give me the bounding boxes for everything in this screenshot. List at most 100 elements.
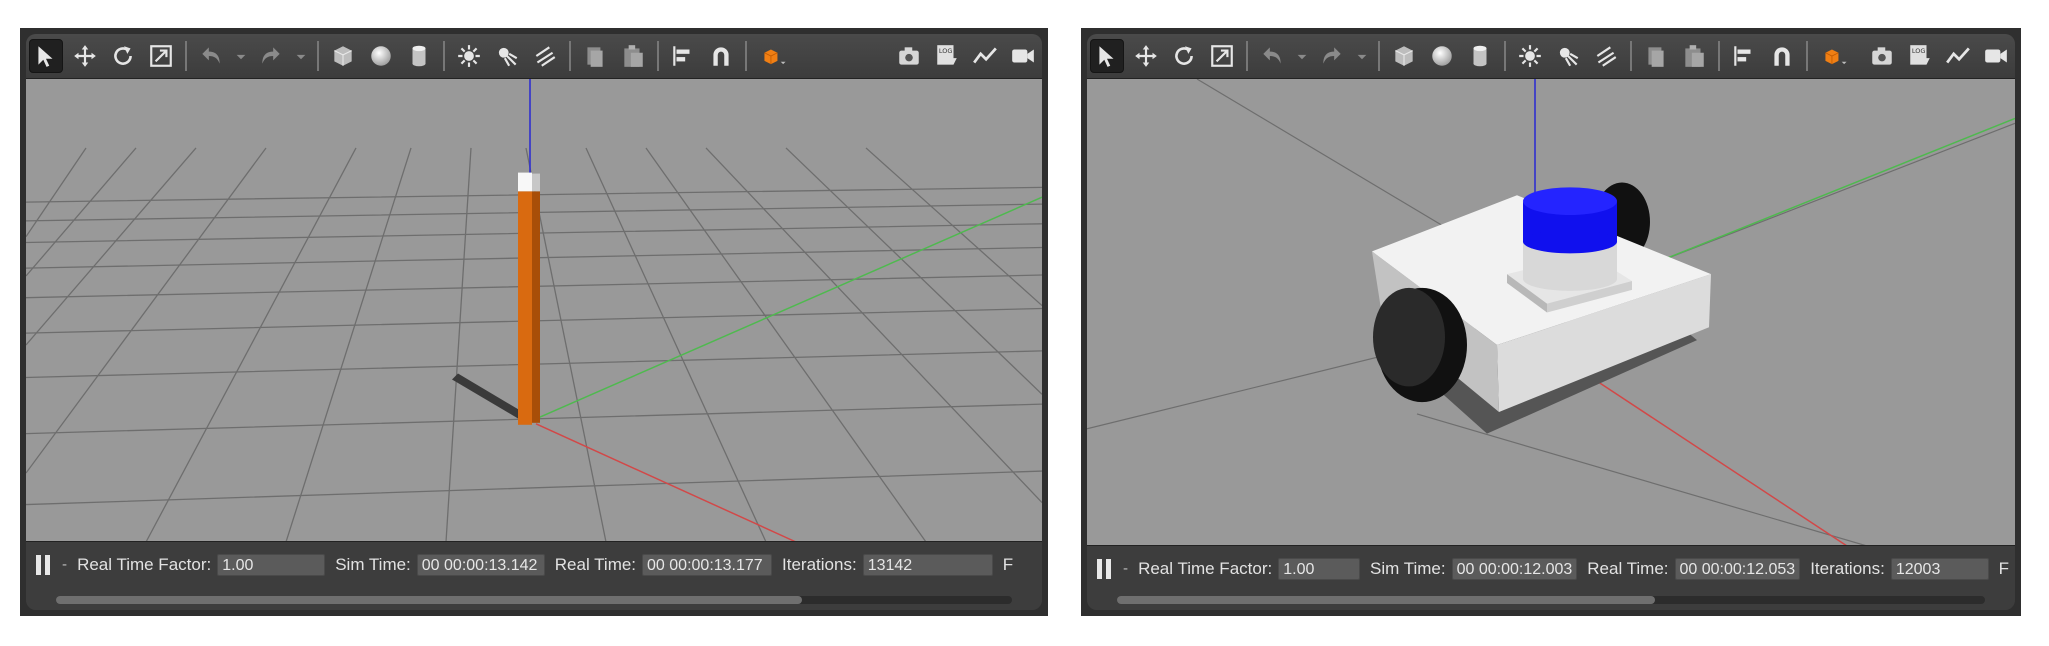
select-arrow-icon[interactable] xyxy=(1090,39,1124,73)
plot-icon[interactable] xyxy=(1942,40,1974,72)
real-time-factor-field: 1.00 xyxy=(1278,558,1361,580)
copy-icon[interactable] xyxy=(1640,40,1672,72)
redo-icon[interactable] xyxy=(1316,40,1348,72)
real-time-label: Real Time: xyxy=(554,555,637,574)
directional-light-icon[interactable] xyxy=(1590,40,1622,72)
svg-text:LOG: LOG xyxy=(939,47,953,55)
toolbar-separator xyxy=(317,41,319,71)
undo-icon[interactable] xyxy=(1256,40,1288,72)
video-record-icon[interactable] xyxy=(1980,40,2012,72)
video-record-icon[interactable] xyxy=(1007,40,1039,72)
scene-render xyxy=(1087,79,2015,546)
pillar-model xyxy=(518,172,540,425)
status-row: - Real Time Factor: 1.00 Sim Time: 00 00… xyxy=(1087,556,2015,582)
log-icon[interactable]: LOG xyxy=(931,40,963,72)
screenshot-icon[interactable] xyxy=(1866,40,1898,72)
scale-icon[interactable] xyxy=(145,40,177,72)
horizontal-scrollbar[interactable] xyxy=(1117,596,1985,604)
point-light-icon[interactable] xyxy=(453,40,485,72)
scrollbar-thumb[interactable] xyxy=(1117,596,1656,604)
redo-dropdown-icon[interactable] xyxy=(293,40,309,72)
spot-light-icon[interactable] xyxy=(1552,40,1584,72)
toolbar-separator xyxy=(1504,41,1506,71)
undo-dropdown-icon[interactable] xyxy=(233,40,249,72)
paste-icon[interactable] xyxy=(617,40,649,72)
point-light-icon[interactable] xyxy=(1514,40,1546,72)
toolbar-separator xyxy=(1630,41,1632,71)
scrollbar-thumb[interactable] xyxy=(56,596,802,604)
toolbar-separator xyxy=(185,41,187,71)
paste-icon[interactable] xyxy=(1678,40,1710,72)
lidar-top xyxy=(1523,187,1617,215)
toolbar-separator xyxy=(1378,41,1380,71)
change-view-icon[interactable] xyxy=(755,40,795,72)
box-shape-icon[interactable] xyxy=(327,40,359,72)
step-indicator: - xyxy=(62,557,68,573)
pause-icon xyxy=(1097,559,1102,579)
gazebo-frame: LOG - Real Time Factor: 1.00 Sim Time: 0… xyxy=(1087,34,2015,610)
snap-icon[interactable] xyxy=(705,40,737,72)
rotate-icon[interactable] xyxy=(1168,40,1200,72)
horizontal-scrollbar[interactable] xyxy=(56,596,1012,604)
toolbar-separator xyxy=(745,41,747,71)
truncated-label: F xyxy=(1002,555,1014,574)
translate-icon[interactable] xyxy=(69,40,101,72)
toolbar-separator xyxy=(1718,41,1720,71)
real-time-factor-label: Real Time Factor: xyxy=(77,555,212,574)
real-time-factor-field: 1.00 xyxy=(217,554,326,576)
toolbar-separator xyxy=(657,41,659,71)
real-time-field: 00 00:00:12.053 xyxy=(1674,558,1801,580)
toolbar-separator xyxy=(1806,41,1808,71)
sphere-shape-icon[interactable] xyxy=(365,40,397,72)
gazebo-window-right: LOG - Real Time Factor: 1.00 Sim Time: 0… xyxy=(1081,28,2021,616)
pause-button[interactable] xyxy=(1097,557,1117,581)
cylinder-shape-icon[interactable] xyxy=(403,40,435,72)
pause-icon xyxy=(36,555,41,575)
box-shape-icon[interactable] xyxy=(1388,40,1420,72)
select-arrow-icon[interactable] xyxy=(29,39,63,73)
copy-icon[interactable] xyxy=(579,40,611,72)
sphere-shape-icon[interactable] xyxy=(1426,40,1458,72)
sim-time-label: Sim Time: xyxy=(335,555,411,574)
real-time-factor-label: Real Time Factor: xyxy=(1138,559,1273,578)
scale-icon[interactable] xyxy=(1206,40,1238,72)
status-bar: - Real Time Factor: 1.00 Sim Time: 00 00… xyxy=(26,541,1042,610)
gazebo-frame: LOG - Real Time Factor: 1.00 Sim Time: 0… xyxy=(26,34,1042,610)
plot-icon[interactable] xyxy=(969,40,1001,72)
real-time-field: 00 00:00:13.177 xyxy=(642,554,773,576)
iterations-label: Iterations: xyxy=(782,555,857,574)
screenshot-icon[interactable] xyxy=(893,40,925,72)
log-icon[interactable]: LOG xyxy=(1904,40,1936,72)
directional-light-icon[interactable] xyxy=(529,40,561,72)
align-icon[interactable] xyxy=(667,40,699,72)
scene-render xyxy=(26,79,1042,542)
cylinder-shape-icon[interactable] xyxy=(1464,40,1496,72)
iterations-field: 13142 xyxy=(862,554,993,576)
sim-time-field: 00 00:00:13.142 xyxy=(416,554,545,576)
status-row: - Real Time Factor: 1.00 Sim Time: 00 00… xyxy=(26,552,1042,578)
iterations-field: 12003 xyxy=(1890,558,1989,580)
scene-viewport[interactable] xyxy=(26,79,1042,542)
spot-light-icon[interactable] xyxy=(491,40,523,72)
redo-icon[interactable] xyxy=(255,40,287,72)
toolbar: LOG xyxy=(26,34,1042,79)
real-time-label: Real Time: xyxy=(1587,559,1669,578)
rotate-icon[interactable] xyxy=(107,40,139,72)
step-indicator: - xyxy=(1123,561,1129,577)
scene-viewport[interactable] xyxy=(1087,79,2015,546)
undo-dropdown-icon[interactable] xyxy=(1294,40,1310,72)
translate-icon[interactable] xyxy=(1130,40,1162,72)
redo-dropdown-icon[interactable] xyxy=(1354,40,1370,72)
toolbar: LOG xyxy=(1087,34,2015,79)
status-bar: - Real Time Factor: 1.00 Sim Time: 00 00… xyxy=(1087,545,2015,610)
undo-icon[interactable] xyxy=(195,40,227,72)
toolbar-separator xyxy=(1246,41,1248,71)
pause-button[interactable] xyxy=(36,553,56,577)
gazebo-window-left: LOG - Real Time Factor: 1.00 Sim Time: 0… xyxy=(20,28,1048,616)
sim-time-field: 00 00:00:12.003 xyxy=(1451,558,1578,580)
align-icon[interactable] xyxy=(1728,40,1760,72)
truncated-label: F xyxy=(1998,559,2009,578)
change-view-icon[interactable] xyxy=(1816,40,1856,72)
toolbar-separator xyxy=(569,41,571,71)
snap-icon[interactable] xyxy=(1766,40,1798,72)
